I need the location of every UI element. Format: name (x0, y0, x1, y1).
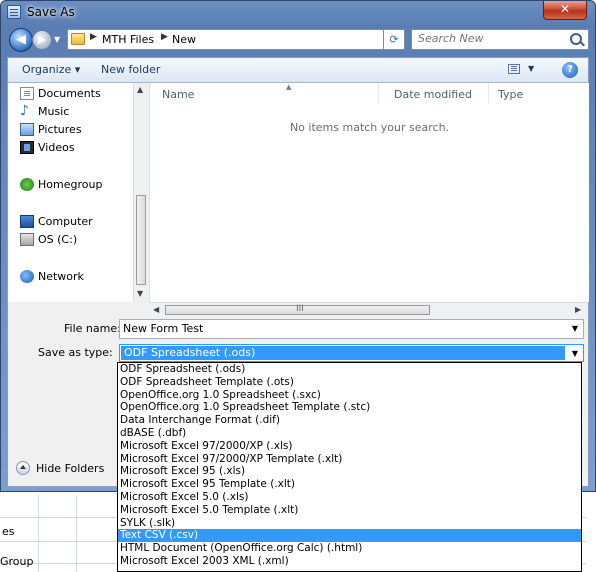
search-box[interactable] (411, 29, 589, 50)
spreadsheet-cell[interactable]: Group (0, 555, 34, 568)
hide-folders-button[interactable]: Hide Folders (16, 459, 106, 479)
type-option[interactable]: Microsoft Excel 2003 XML (.xml) (118, 555, 581, 568)
type-option[interactable]: HTML Document (OpenOffice.org Calc) (.ht… (118, 542, 581, 555)
type-option[interactable]: OpenOffice.org 1.0 Spreadsheet (.sxc) (118, 389, 581, 402)
gridline (38, 495, 39, 572)
forward-button[interactable]: ▶ (32, 30, 52, 50)
scroll-down-icon[interactable]: ▼ (137, 289, 143, 298)
file-list-horizontal-scrollbar[interactable]: ◀ III ▶ (149, 302, 588, 318)
view-options-icon[interactable] (508, 64, 520, 74)
command-bar: Organize ▾ New folder ▼ ? (8, 58, 588, 83)
nav-item-label: Videos (38, 141, 75, 154)
type-option[interactable]: Data Interchange Format (.dif) (118, 414, 581, 427)
scroll-grip-icon: III (296, 304, 304, 314)
column-header-name[interactable]: Name (162, 88, 194, 101)
type-option[interactable]: dBASE (.dbf) (118, 427, 581, 440)
nav-item-label: OS (C:) (38, 233, 78, 246)
type-option[interactable]: Microsoft Excel 5.0 (.xls) (118, 491, 581, 504)
network-icon (20, 270, 34, 283)
navigation-bar: ◀ ▶ ▼ ▶ MTH Files ▶ New ▼ ⟳ (1, 25, 595, 55)
title-bar[interactable]: Save As ✕ (1, 1, 595, 23)
type-option[interactable]: SYLK (.slk) (118, 517, 581, 530)
save-as-type-selected-value[interactable]: ODF Spreadsheet (.ods) (121, 346, 565, 360)
nav-pane-scrollbar[interactable]: ▲ ▼ (133, 83, 149, 302)
scroll-thumb[interactable] (136, 195, 146, 285)
save-as-type-select[interactable]: ODF Spreadsheet (.ods) ▼ (119, 344, 584, 362)
type-option[interactable]: Microsoft Excel 97/2000/XP Template (.xl… (118, 453, 581, 466)
documents-icon (20, 87, 34, 100)
homegroup-icon (20, 178, 34, 191)
scroll-left-icon[interactable]: ◀ (153, 305, 159, 314)
nav-item-label: Computer (38, 215, 93, 228)
type-option[interactable]: ODF Spreadsheet Template (.ots) (118, 376, 581, 389)
help-icon[interactable]: ? (562, 62, 578, 78)
nav-item-label: Pictures (38, 123, 82, 136)
gridline (76, 495, 77, 572)
folder-icon (71, 33, 85, 45)
column-header-date-modified[interactable]: Date modified (394, 88, 472, 101)
breadcrumb-new[interactable]: New (172, 33, 196, 46)
new-folder-button[interactable]: New folder (101, 63, 160, 76)
address-bar[interactable]: ▶ MTH Files ▶ New ▼ (67, 29, 405, 50)
search-icon[interactable] (570, 33, 582, 45)
type-option[interactable]: Microsoft Excel 95 Template (.xlt) (118, 478, 581, 491)
drive-icon (20, 233, 34, 246)
scroll-right-icon[interactable]: ▶ (575, 305, 581, 314)
save-as-type-label: Save as type: (38, 346, 113, 359)
refresh-button[interactable]: ⟳ (383, 29, 405, 50)
spreadsheet-app-icon (7, 5, 21, 19)
save-as-type-dropdown-list[interactable]: ODF Spreadsheet (.ods) ODF Spreadsheet T… (117, 362, 582, 572)
sort-ascending-icon: ▲ (286, 83, 292, 91)
navigation-pane: Documents ♪ Music Pictures Videos Homegr… (8, 83, 148, 302)
spreadsheet-cell[interactable]: es (2, 525, 15, 538)
close-button[interactable]: ✕ (543, 1, 587, 20)
column-divider[interactable] (488, 83, 489, 103)
videos-icon (20, 141, 34, 154)
view-dropdown-icon[interactable]: ▼ (528, 64, 534, 73)
back-button[interactable]: ◀ (9, 28, 33, 52)
file-name-label: File name: (64, 322, 121, 335)
file-name-input[interactable] (123, 322, 553, 335)
column-divider[interactable] (378, 83, 379, 103)
nav-item-label: Music (38, 105, 70, 118)
type-option[interactable]: Microsoft Excel 5.0 Template (.xlt) (118, 504, 581, 517)
pictures-icon (20, 123, 34, 136)
file-name-dropdown-icon[interactable]: ▼ (572, 324, 578, 333)
empty-folder-message: No items match your search. (289, 121, 450, 134)
search-input[interactable] (418, 32, 558, 45)
breadcrumb-separator-icon[interactable]: ▶ (161, 32, 168, 42)
organize-button[interactable]: Organize ▾ (22, 63, 80, 76)
save-as-type-dropdown-icon[interactable]: ▼ (572, 349, 578, 358)
file-list[interactable]: ▲ Name Date modified Type No items match… (149, 83, 589, 302)
breadcrumb-mth-files[interactable]: MTH Files (102, 33, 154, 46)
collapse-arrow-icon (16, 461, 30, 475)
type-option[interactable]: Microsoft Excel 95 (.xls) (118, 465, 581, 478)
computer-icon (20, 215, 34, 228)
hide-folders-label: Hide Folders (36, 462, 105, 475)
recent-pages-dropdown-icon[interactable]: ▼ (54, 35, 60, 44)
scroll-up-icon[interactable]: ▲ (137, 85, 143, 94)
music-icon: ♪ (20, 103, 29, 119)
type-option-highlighted[interactable]: Text CSV (.csv) (118, 529, 581, 543)
column-header-type[interactable]: Type (498, 88, 523, 101)
file-name-combobox[interactable]: ▼ (119, 319, 584, 339)
scroll-thumb[interactable]: III (165, 304, 430, 315)
window-title: Save As (27, 5, 75, 19)
type-option[interactable]: OpenOffice.org 1.0 Spreadsheet Template … (118, 401, 581, 414)
nav-item-label: Homegroup (38, 178, 103, 191)
nav-item-label: Documents (38, 87, 101, 100)
type-option[interactable]: ODF Spreadsheet (.ods) (118, 363, 581, 376)
type-option[interactable]: Microsoft Excel 97/2000/XP (.xls) (118, 440, 581, 453)
breadcrumb-separator-icon[interactable]: ▶ (90, 32, 97, 42)
nav-item-label: Network (38, 270, 84, 283)
